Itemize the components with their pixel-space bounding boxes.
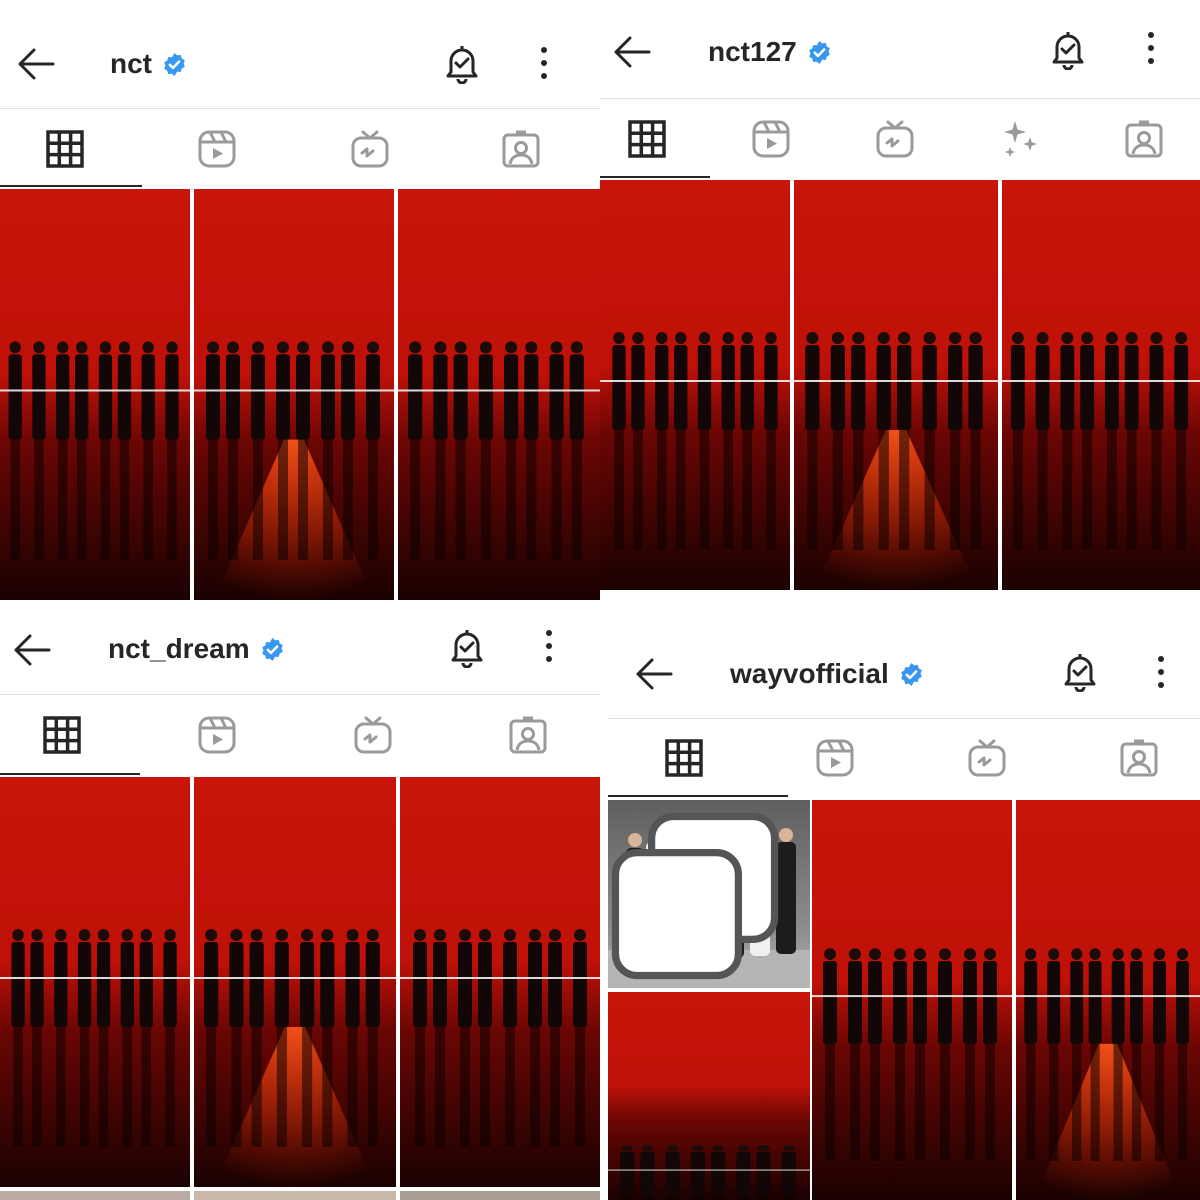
active-tab-indicator [0,773,140,775]
back-arrow-icon[interactable] [16,44,56,84]
grid-icon[interactable] [42,715,82,755]
post-thumbnail[interactable] [0,189,190,600]
posts-grid [600,180,1200,590]
profile-tabs [0,109,600,189]
profile-tabs [600,99,1200,179]
reels-icon[interactable] [197,129,237,169]
sparkle-icon[interactable] [999,117,1043,161]
red-group-photo [194,189,394,600]
posts-grid [0,189,600,600]
tagged-icon[interactable] [501,129,541,169]
active-tab-indicator [0,185,142,187]
back-arrow-icon[interactable] [12,630,52,670]
active-tab-indicator [608,795,788,797]
more-options-icon[interactable] [1145,30,1157,66]
red-group-photo [1002,180,1200,590]
post-thumbnail[interactable] [1002,180,1200,590]
post-thumbnail[interactable] [398,189,600,600]
more-options-icon[interactable] [538,45,550,81]
profile-username: wayvofficial [730,658,924,690]
more-options-icon[interactable] [543,628,555,664]
red-group-photo [398,189,600,600]
username-text: wayvofficial [730,658,889,689]
grid-icon[interactable] [627,119,667,159]
red-group-photo [0,189,190,600]
active-tab-indicator [600,176,710,178]
post-thumbnail[interactable] [608,800,810,988]
post-thumbnail[interactable] [600,180,790,590]
post-thumbnail[interactable] [194,189,394,600]
profile-username: nct [110,48,187,80]
bell-check-icon[interactable] [443,42,481,84]
username-text: nct_dream [108,633,250,664]
posts-grid [0,777,600,1200]
post-thumbnail[interactable] [812,800,1012,1200]
profile-panel-nct-dream: nct_dream [0,600,600,1200]
tagged-icon[interactable] [1124,119,1164,159]
post-thumbnail[interactable] [400,1191,600,1200]
post-thumbnail[interactable] [0,1191,190,1200]
profile-panel-nct127: nct127 [600,0,1200,600]
profile-username: nct_dream [108,633,285,665]
red-group-photo [812,800,1012,1200]
verified-badge-icon [261,637,283,661]
igtv-icon[interactable] [350,129,390,169]
reels-icon[interactable] [197,715,237,755]
red-group-photo [608,992,810,1200]
tagged-icon[interactable] [1119,738,1159,778]
bell-check-icon[interactable] [448,626,486,668]
username-text: nct [110,48,152,79]
post-thumbnail[interactable] [194,777,396,1187]
top-bar: nct127 [600,0,1200,98]
post-thumbnail[interactable] [1016,800,1200,1200]
reels-icon[interactable] [815,738,855,778]
top-bar: wayvofficial [600,600,1200,718]
post-thumbnail[interactable] [194,1191,396,1200]
profile-tabs [0,695,600,775]
profile-panel-wayvofficial: wayvofficial [600,600,1200,1200]
username-text: nct127 [708,36,797,67]
verified-badge-icon [900,662,922,686]
bell-check-icon[interactable] [1061,650,1099,692]
red-group-photo [0,777,190,1187]
post-thumbnail[interactable] [0,777,190,1187]
carousel-icon [611,812,779,980]
reels-icon[interactable] [751,119,791,159]
profile-username: nct127 [708,36,832,68]
red-group-photo [1016,800,1200,1200]
top-bar: nct_dream [0,600,600,694]
top-bar: nct [0,0,600,108]
back-arrow-icon[interactable] [612,32,652,72]
post-thumbnail[interactable] [400,777,600,1187]
red-group-photo [600,180,790,590]
verified-badge-icon [164,52,185,76]
tagged-icon[interactable] [508,715,548,755]
red-group-photo [194,777,396,1187]
igtv-icon[interactable] [967,738,1007,778]
profile-panel-nct: nct [0,0,600,600]
igtv-icon[interactable] [353,715,393,755]
bell-check-icon[interactable] [1049,28,1087,70]
red-group-photo [400,777,600,1187]
back-arrow-icon[interactable] [634,654,674,694]
post-thumbnail[interactable] [794,180,998,590]
grid-icon[interactable] [45,129,85,169]
posts-grid [600,800,1200,1200]
verified-badge-icon [808,40,830,64]
profile-tabs [600,719,1200,797]
grid-icon[interactable] [664,738,704,778]
red-group-photo [794,180,998,590]
post-thumbnail[interactable] [608,992,810,1200]
more-options-icon[interactable] [1155,654,1167,690]
igtv-icon[interactable] [875,119,915,159]
